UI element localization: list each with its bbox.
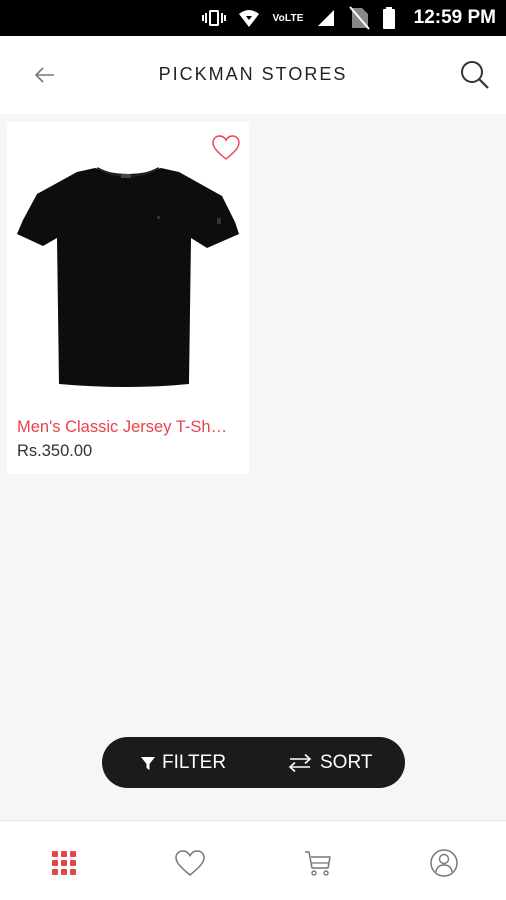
product-price: Rs.350.00 bbox=[17, 442, 93, 460]
volte-label: VoLTE bbox=[272, 12, 304, 24]
filter-sort-bar: FILTER SORT bbox=[102, 737, 405, 788]
sort-label: SORT bbox=[320, 751, 373, 773]
tshirt-image bbox=[17, 167, 239, 387]
status-bar: VoLTE 12:59 PM bbox=[0, 0, 506, 36]
search-button[interactable] bbox=[458, 58, 492, 92]
filter-button[interactable]: FILTER bbox=[140, 737, 226, 788]
swap-arrows-icon bbox=[288, 753, 312, 772]
no-sim-icon bbox=[348, 6, 370, 30]
nav-cart[interactable] bbox=[302, 847, 334, 879]
vibrate-icon bbox=[202, 8, 227, 28]
bottom-navigation bbox=[0, 820, 506, 900]
heart-icon bbox=[175, 850, 205, 876]
product-card[interactable]: Men's Classic Jersey T-Sh… Rs.350.00 bbox=[7, 122, 249, 474]
filter-label: FILTER bbox=[162, 751, 227, 773]
nav-categories[interactable] bbox=[48, 847, 80, 879]
status-time: 12:59 PM bbox=[413, 7, 496, 28]
signal-icon bbox=[316, 8, 336, 28]
page-title: PICKMAN STORES bbox=[158, 64, 348, 84]
nav-wishlist[interactable] bbox=[174, 847, 206, 879]
product-grid: Men's Classic Jersey T-Sh… Rs.350.00 bbox=[0, 114, 506, 820]
cart-icon bbox=[305, 851, 331, 876]
filter-icon bbox=[141, 756, 155, 770]
product-name[interactable]: Men's Classic Jersey T-Sh… bbox=[17, 418, 243, 437]
product-image[interactable] bbox=[17, 158, 239, 390]
app-header: PICKMAN STORES bbox=[0, 36, 506, 114]
sort-button[interactable]: SORT bbox=[286, 737, 372, 788]
wifi-icon bbox=[238, 8, 260, 28]
search-icon bbox=[461, 61, 489, 89]
battery-icon bbox=[382, 7, 396, 29]
user-icon bbox=[430, 849, 458, 877]
grid-icon bbox=[52, 851, 76, 875]
nav-account[interactable] bbox=[428, 847, 460, 879]
